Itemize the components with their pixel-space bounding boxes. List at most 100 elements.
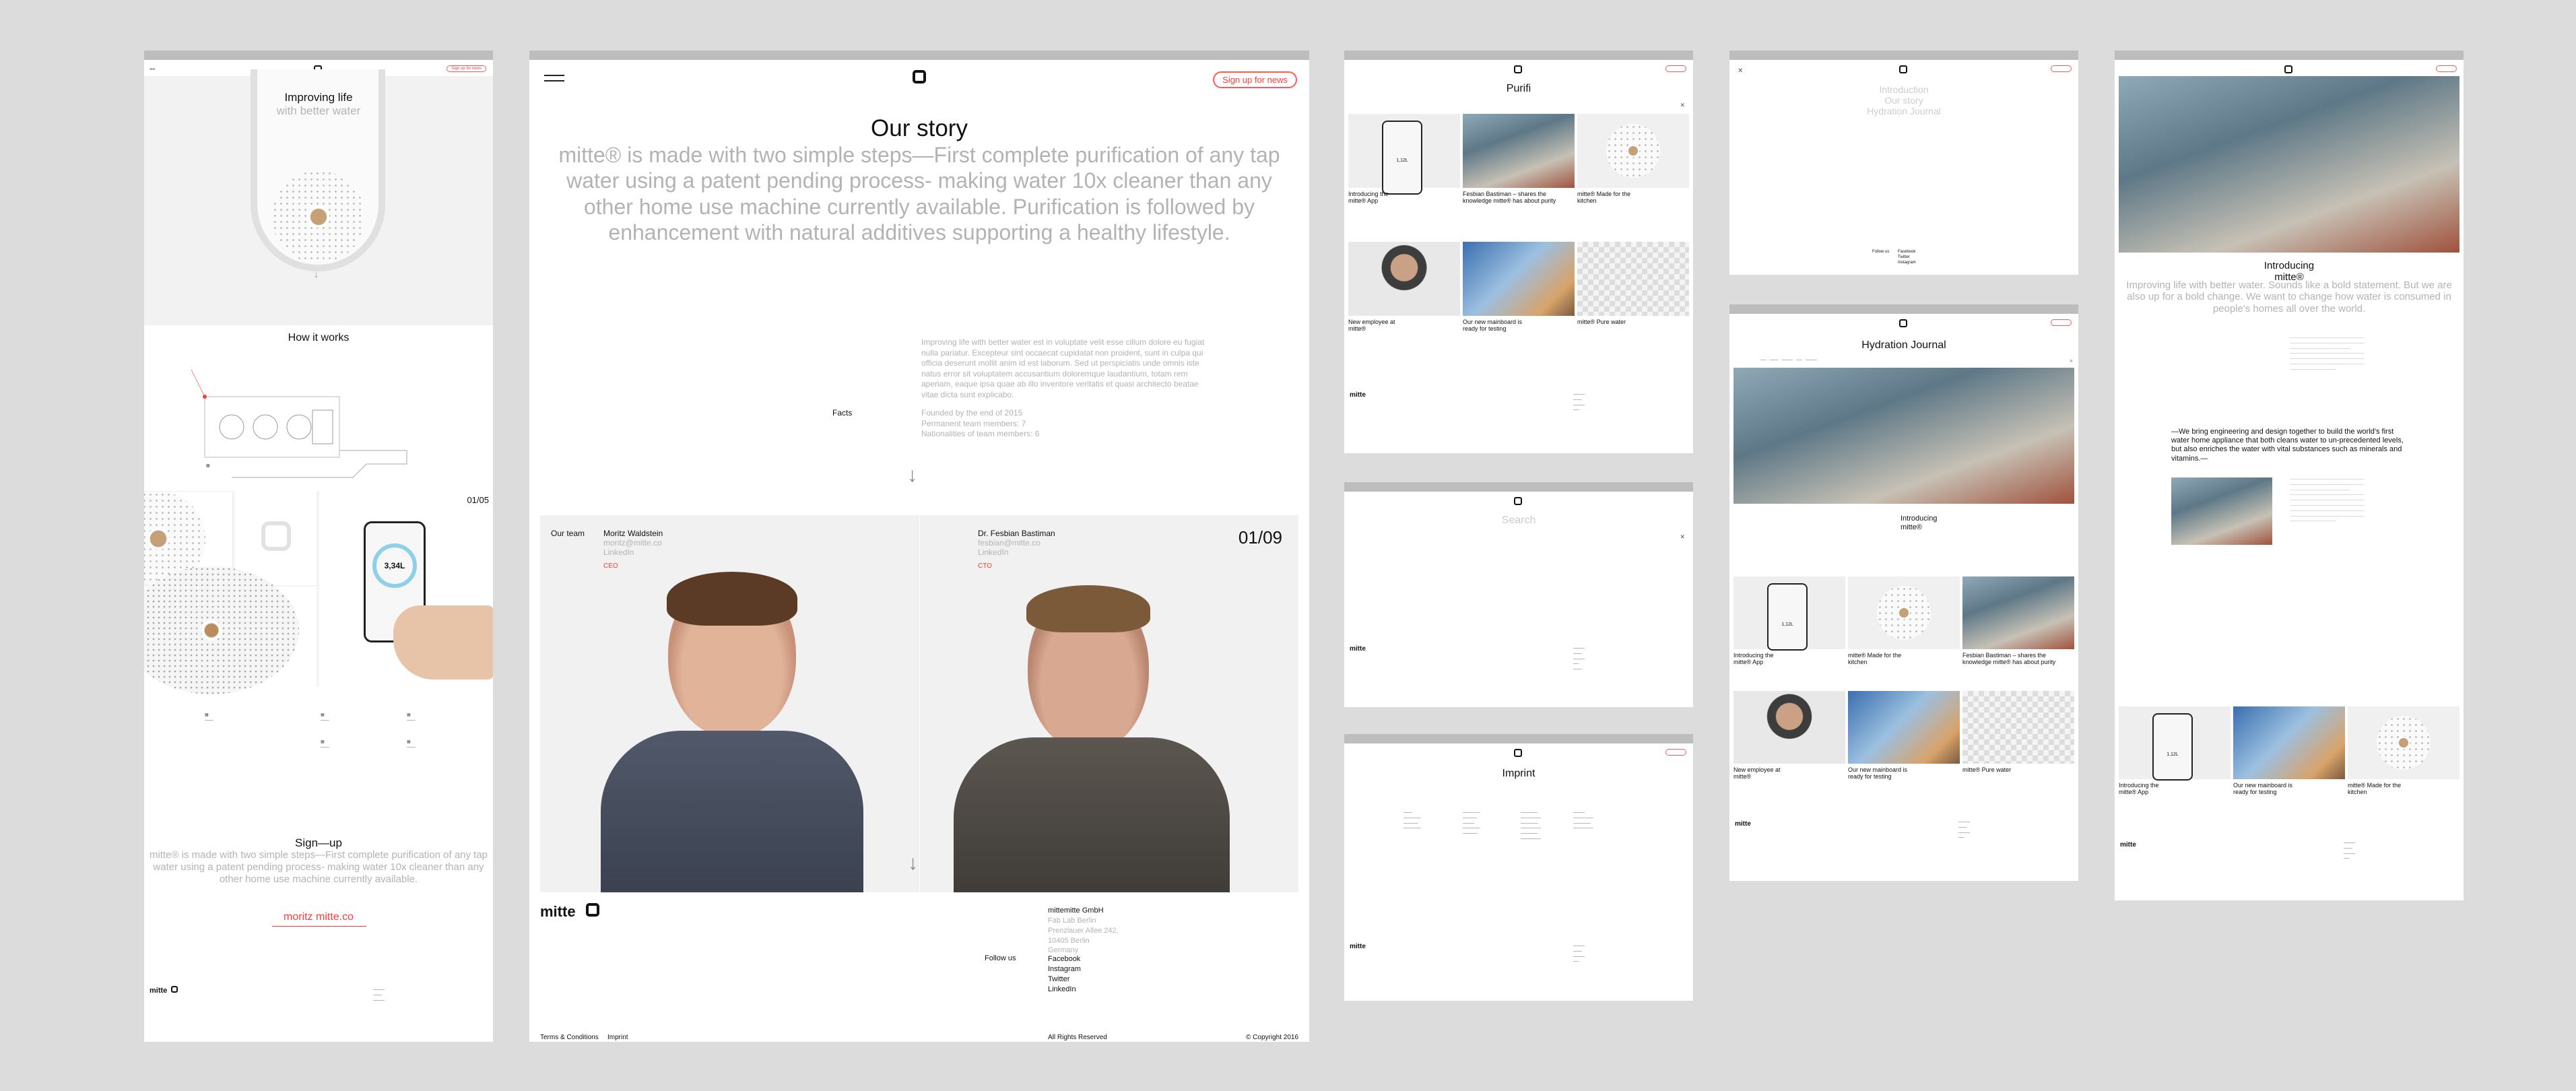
device-grill-illustration (272, 170, 365, 263)
member-linkedin-link[interactable]: LinkedIn (978, 548, 1008, 557)
journal-tile[interactable]: 1,12L Introducing the mitte® App (1733, 576, 1845, 677)
result-image (1463, 242, 1575, 316)
scroll-down-arrow-icon[interactable]: ↓ (908, 852, 918, 875)
result-tile[interactable]: Our new mainboard is ready for testing (1463, 242, 1575, 363)
social-link-instagram[interactable]: Instagram (1898, 261, 1916, 266)
result-tile[interactable]: mitte® Pure water (1577, 242, 1689, 363)
fact-item: Founded by the end of 2015 (921, 408, 1023, 418)
footer-imprint-link[interactable]: Imprint (607, 1034, 628, 1041)
journal-tile[interactable]: New employee at mitte® (1733, 691, 1845, 792)
footer-brand[interactable]: mitte (1735, 820, 1751, 828)
mitte-logo[interactable] (1514, 65, 1522, 73)
social-link-instagram[interactable]: Instagram (1048, 964, 1081, 974)
member-linkedin-link[interactable]: LinkedIn (603, 548, 634, 557)
feature-image[interactable] (1733, 368, 2074, 504)
mitte-logo[interactable] (171, 986, 178, 993)
signup-email-field[interactable]: moritz mitte.co (144, 911, 493, 923)
social-link-facebook[interactable]: Facebook (1898, 250, 1916, 255)
close-icon[interactable]: ✕ (1680, 102, 1685, 110)
footer-brand[interactable]: mitte (1350, 391, 1366, 399)
social-link-twitter[interactable]: Twitter (1048, 974, 1081, 985)
mitte-logo[interactable] (586, 903, 599, 917)
member-email[interactable]: moritz@mitte.co (603, 538, 662, 548)
journal-tile[interactable]: Fesbian Bastiman – shares the knowledge … (1962, 576, 2074, 677)
search-input[interactable]: Search (1344, 515, 1693, 527)
journal-tile[interactable]: mitte® Made for the kitchen (1848, 576, 1960, 677)
signup-news-button[interactable] (2436, 65, 2457, 72)
footer-brand[interactable]: mitte (540, 903, 576, 921)
address-line: Fab Lab Berlin (1048, 916, 1096, 925)
menu-item-introduction[interactable]: Introduction (1729, 84, 2078, 95)
footer-rights: All Rights Reserved (1048, 1034, 1107, 1041)
footer-brand[interactable]: mitte (1350, 645, 1366, 653)
feature-title[interactable]: Introducing mitte® (1901, 515, 1954, 532)
member-role: CTO (978, 562, 992, 570)
result-tile[interactable]: New employee at mitte® (1348, 242, 1460, 363)
hero-title: Improving life (284, 91, 353, 104)
social-link-linkedin[interactable]: LinkedIn (1048, 985, 1081, 995)
menu-label[interactable]: ≡≡ (150, 67, 155, 73)
close-icon[interactable]: ✕ (1738, 67, 1743, 75)
company-address: mittemitte GmbH Fab Lab Berlin Prenzlaue… (1048, 906, 1119, 956)
mitte-logo[interactable] (1899, 65, 1907, 73)
search-query[interactable]: Purifi (1344, 83, 1693, 95)
signup-news-button[interactable] (2051, 65, 2072, 72)
signup-news-button[interactable] (2051, 319, 2072, 326)
related-tile[interactable]: 1,12L Introducing the mitte® App (2119, 706, 2231, 807)
facts-label: Facts (832, 408, 853, 418)
footer-brand[interactable]: mitte (2120, 841, 2136, 849)
facts-list: Founded by the end of 2015 Permanent tea… (921, 408, 1039, 440)
social-links: Facebook Instagram Twitter LinkedIn (1048, 954, 1081, 994)
member-shirt (601, 731, 863, 892)
footer-links: ──── ─── ──── ── (2344, 841, 2356, 861)
related-tile[interactable]: Our new mainboard is ready for testing (2233, 706, 2345, 807)
footer-brand[interactable]: mitte (1350, 943, 1366, 950)
journal-title: mitte® Made for the kitchen (1848, 652, 1902, 666)
gallery-tile-button (234, 491, 317, 585)
footer-brand[interactable]: mitte (150, 987, 167, 995)
footer-terms-link[interactable]: Terms & Conditions (540, 1034, 599, 1041)
related-tile[interactable]: mitte® Made for the kitchen (2348, 706, 2459, 807)
article-body: ────────────────────────── ──────────────… (2290, 336, 2365, 372)
member-name: Moritz Waldstein (603, 529, 663, 538)
result-title: Fesbian Bastiman – shares the knowledge … (1463, 191, 1556, 205)
category-filter[interactable]: ── ─── ──── ── ──── (1760, 358, 1817, 364)
mitte-logo[interactable] (1514, 749, 1522, 757)
phone-value: 1,12L (1781, 622, 1793, 627)
hamburger-menu-icon[interactable] (544, 75, 564, 81)
scroll-down-arrow-icon[interactable]: ↓ (314, 269, 319, 279)
gallery-tile-device-side (144, 566, 317, 694)
mitte-logo[interactable] (1514, 497, 1522, 505)
page-title: Our story (871, 115, 968, 141)
result-tile[interactable]: 1,12L Introducing the mitte® App (1348, 114, 1460, 235)
menu-item-hydration-journal[interactable]: Hydration Journal (1729, 106, 2078, 117)
gallery-grid: 01/05 3,34L (144, 491, 493, 694)
menu-item-our-story[interactable]: Our story (1729, 95, 2078, 106)
social-links: Facebook Twitter Instagram (1898, 250, 1916, 265)
result-tile[interactable]: mitte® Made for the kitchen (1577, 114, 1689, 235)
mitte-logo[interactable] (913, 70, 926, 84)
story-lead: mitte® is made with two simple steps—Fir… (558, 143, 1280, 245)
member-email[interactable]: fesbian@mitte.co (978, 538, 1041, 548)
signup-text: mitte® is made with two simple steps—Fir… (149, 849, 488, 885)
close-icon[interactable]: ✕ (1680, 533, 1685, 541)
signup-news-button[interactable]: Sign up for news (1213, 71, 1297, 88)
mitte-logo[interactable] (1899, 319, 1907, 327)
social-link-twitter[interactable]: Twitter (1898, 255, 1916, 261)
page-title: Hydration Journal (1861, 339, 1946, 351)
signup-news-button[interactable] (1665, 749, 1686, 756)
signup-email-underline (272, 926, 366, 927)
signup-news-button[interactable]: Sign up for news (447, 65, 486, 72)
journal-tile[interactable]: Our new mainboard is ready for testing (1848, 691, 1960, 792)
member-role: CEO (603, 562, 618, 570)
mitte-logo[interactable] (2284, 65, 2292, 73)
search-icon[interactable]: ⌕ (2070, 357, 2073, 365)
address-line: Prenzlauer Allee 242, (1048, 926, 1119, 935)
journal-tile[interactable]: mitte® Pure water (1962, 691, 2074, 792)
social-link-facebook[interactable]: Facebook (1048, 954, 1081, 964)
scroll-down-arrow-icon[interactable]: ↓ (907, 464, 917, 487)
signup-news-button[interactable] (1665, 65, 1686, 72)
member-hair (1026, 585, 1150, 632)
result-tile[interactable]: Fesbian Bastiman – shares the knowledge … (1463, 114, 1575, 235)
member-name: Dr. Fesbian Bastiman (978, 529, 1055, 538)
